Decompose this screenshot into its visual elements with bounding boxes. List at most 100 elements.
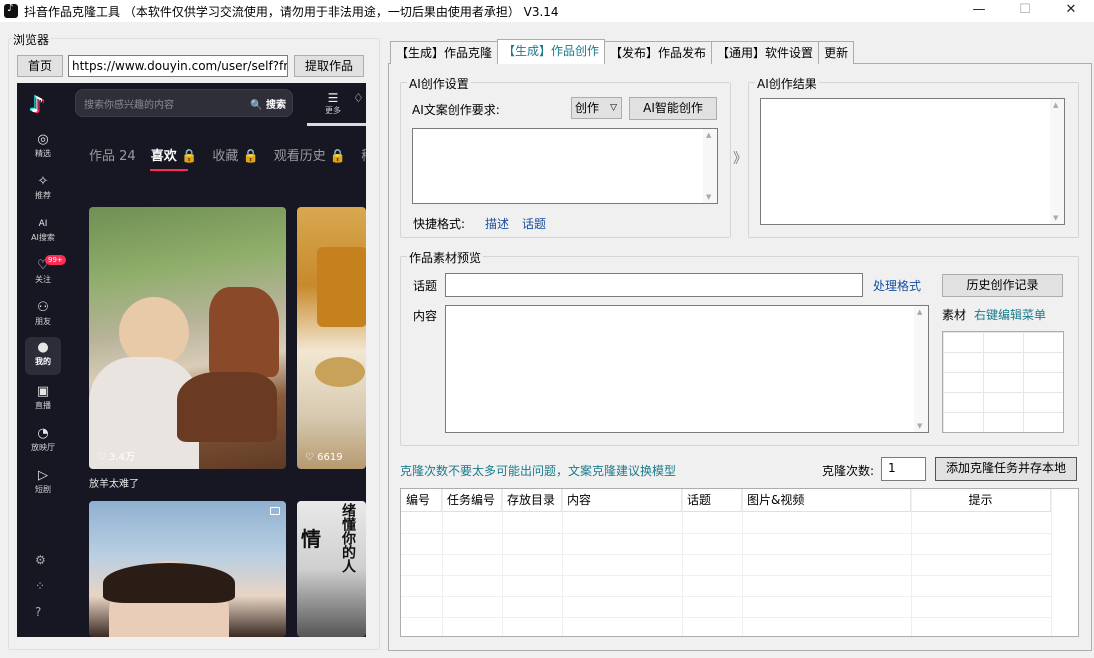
scrollbar[interactable]: ▲ ▼ [914, 306, 928, 432]
video-caption[interactable]: 放羊太难了 [89, 475, 139, 490]
nav-label: 直播 [35, 401, 51, 410]
scroll-down-icon[interactable]: ▼ [917, 422, 922, 430]
video-card[interactable] [89, 501, 286, 637]
scrollbar[interactable]: ▲ ▼ [1050, 99, 1064, 224]
douyin-nav-cinema[interactable]: ◔ 放映厅 [25, 423, 61, 461]
douyin-nav-friends[interactable]: ⚇ 朋友 [25, 297, 61, 335]
scroll-up-icon[interactable]: ▲ [917, 308, 922, 316]
ai-mode-select[interactable]: 创作 ▽ [571, 97, 622, 119]
nav-label: 关注 [35, 275, 51, 284]
video-thumbnail-goat [209, 287, 279, 377]
tab-update[interactable]: 更新 [818, 41, 855, 64]
maximize-button[interactable]: ☐ [1002, 0, 1048, 22]
table-row-divider [401, 533, 1051, 534]
douyin-nav-me[interactable]: ● 我的 [25, 337, 61, 375]
douyin-nav-featured[interactable]: ◎ 精选 [25, 129, 61, 167]
friends-icon: ⚇ [37, 300, 49, 315]
table-row-divider [401, 511, 1051, 512]
topic-label: 话题 [413, 279, 438, 293]
home-button[interactable]: 首页 [17, 55, 63, 77]
ai-search-icon: AI [38, 219, 48, 229]
douyin-nav-live[interactable]: ▣ 直播 [25, 381, 61, 419]
add-clone-task-button[interactable]: 添加克隆任务并存本地 [935, 457, 1077, 481]
tab-clone[interactable]: 【生成】作品克隆 [390, 41, 499, 64]
tab-create[interactable]: 【生成】作品创作 [497, 39, 606, 64]
douyin-more-menu[interactable]: ☰ 更多 [325, 91, 341, 116]
content-label: 内容 [413, 309, 438, 323]
ai-result-textarea[interactable]: ▲ ▼ [760, 98, 1065, 225]
video-cover-text: 情 [301, 527, 321, 551]
material-grid[interactable] [942, 331, 1064, 433]
douyin-nav-follow[interactable]: 99+ ♡ 关注 [25, 255, 66, 293]
column-header-task-id[interactable]: 任务编号 [442, 489, 502, 511]
video-card[interactable]: ♡ 3.4万 [89, 207, 286, 469]
featured-icon: ◎ [37, 132, 49, 147]
recommend-icon: ✧ [37, 174, 49, 189]
app-logo-icon [4, 3, 18, 18]
fetch-works-button[interactable]: 提取作品 [294, 55, 364, 77]
browser-group-label: 浏览器 [12, 31, 51, 48]
ai-requirement-label: AI文案创作要求: [412, 103, 500, 117]
douyin-search-button[interactable]: 🔍 搜索 [250, 96, 286, 111]
ai-settings-legend: AI创作设置 [407, 75, 471, 92]
video-likes: ♡ 6619 [305, 452, 343, 463]
video-card[interactable]: ♡ 6619 [297, 207, 366, 469]
process-format-link[interactable]: 处理格式 [873, 277, 921, 294]
douyin-tab-favorites[interactable]: 收藏 🔒 [212, 145, 258, 164]
scroll-up-icon[interactable]: ▲ [706, 131, 711, 139]
douyin-nav-ai-search[interactable]: AI AI搜索 [25, 213, 61, 251]
scroll-down-icon[interactable]: ▼ [706, 193, 711, 201]
column-header-topic[interactable]: 话题 [682, 489, 742, 511]
ai-create-button[interactable]: AI智能创作 [629, 97, 717, 120]
quick-format-label: 快捷格式: [413, 217, 466, 231]
douyin-search-bar[interactable]: 搜索你感兴趣的内容 🔍 搜索 [75, 89, 293, 117]
douyin-more-label: 更多 [325, 106, 341, 115]
douyin-settings-gear-icon[interactable]: ⚙ [35, 553, 46, 567]
column-header-content[interactable]: 内容 [562, 489, 682, 511]
task-table[interactable]: 编号 任务编号 存放目录 内容 话题 图片&视频 提示 [400, 488, 1079, 637]
clone-count-label: 克隆次数: [822, 464, 875, 478]
ai-requirement-textarea[interactable]: ▲ ▼ [412, 128, 718, 204]
scroll-up-icon[interactable]: ▲ [1053, 101, 1058, 109]
nav-label: 推荐 [35, 191, 51, 200]
douyin-logo-icon[interactable]: ♪ [30, 93, 52, 119]
topic-input[interactable] [445, 273, 863, 297]
douyin-nav-drama[interactable]: ▷ 短剧 [25, 465, 61, 503]
column-header-directory[interactable]: 存放目录 [502, 489, 562, 511]
douyin-search-button-label: 搜索 [266, 100, 286, 111]
column-header-hint[interactable]: 提示 [911, 489, 1051, 511]
content-textarea[interactable]: ▲ ▼ [445, 305, 929, 433]
clone-warning-note: 克隆次数不要太多可能出问题，文案克隆建议换模型 [400, 464, 677, 478]
column-header-media[interactable]: 图片&视频 [742, 489, 911, 511]
quick-format-describe-link[interactable]: 描述 [485, 215, 509, 232]
douyin-settings-icon[interactable]: ♢ [353, 91, 364, 105]
column-header-id[interactable]: 编号 [401, 489, 442, 511]
table-col-divider [682, 489, 683, 636]
edit-menu-link[interactable]: 右键编辑菜单 [974, 306, 1046, 323]
douyin-tab-later[interactable]: 稍后 [361, 145, 366, 164]
minimize-button[interactable]: — [956, 0, 1002, 22]
history-records-button[interactable]: 历史创作记录 [942, 274, 1063, 297]
scroll-down-icon[interactable]: ▼ [1053, 214, 1058, 222]
nav-label: 我的 [35, 357, 51, 366]
drama-icon: ▷ [38, 468, 48, 483]
douyin-help-icon[interactable]: ? [35, 605, 41, 619]
video-card[interactable]: 情 绪懂你的人 [297, 501, 366, 637]
quick-format-topic-link[interactable]: 话题 [522, 215, 546, 232]
tab-settings[interactable]: 【通用】软件设置 [711, 41, 820, 64]
douyin-tab-works[interactable]: 作品 24 [89, 145, 136, 164]
douyin-webview[interactable]: ♪ 搜索你感兴趣的内容 🔍 搜索 ☰ 更多 ♢ ◎ 精选 ✧ 推荐 AI AI搜索 99… [17, 83, 366, 637]
table-row-divider [401, 554, 1051, 555]
url-input[interactable]: https://www.douyin.com/user/self?fro [68, 55, 288, 77]
close-button[interactable]: ✕ [1048, 0, 1094, 22]
tab-publish[interactable]: 【发布】作品发布 [604, 41, 713, 64]
clone-count-input[interactable]: 1 [881, 457, 926, 481]
douyin-profile-tabs: 作品 24 喜欢 🔒 收藏 🔒 观看历史 🔒 稍后 [89, 145, 366, 164]
douyin-nav-recommend[interactable]: ✧ 推荐 [25, 171, 61, 209]
douyin-tab-history[interactable]: 观看历史 🔒 [274, 145, 346, 164]
douyin-tab-likes[interactable]: 喜欢 🔒 [151, 145, 198, 164]
douyin-apps-icon[interactable]: ⁘ [35, 579, 45, 593]
scrollbar[interactable]: ▲ ▼ [703, 129, 717, 203]
table-row-divider [401, 575, 1051, 576]
video-thumbnail-hair [103, 563, 235, 603]
